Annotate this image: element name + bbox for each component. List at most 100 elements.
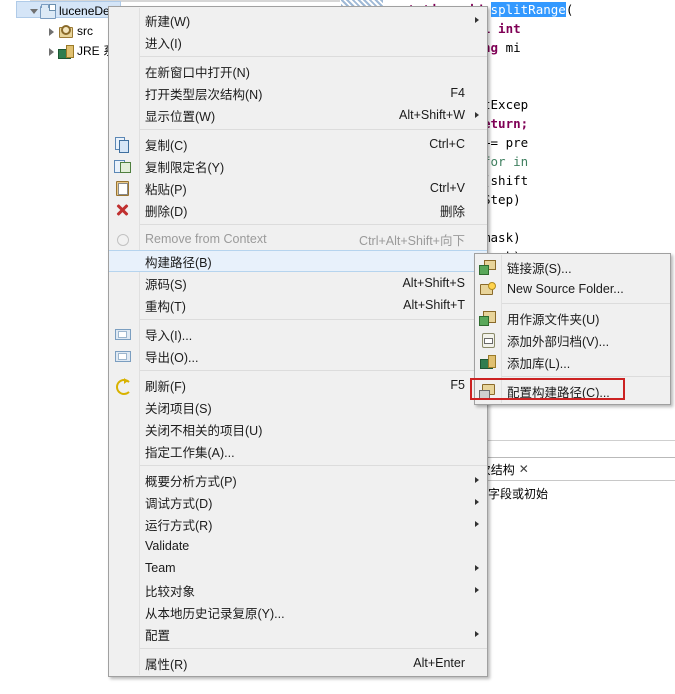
submenu-item-new-source-folder[interactable]: New Source Folder... bbox=[475, 278, 670, 300]
tree-item-src[interactable]: src bbox=[46, 22, 93, 40]
submenu-arrow-icon bbox=[475, 499, 479, 505]
menu-item-restore-from-local-history[interactable]: 从本地历史记录复原(Y)... bbox=[109, 601, 487, 623]
menu-item-label: 重构(T) bbox=[145, 299, 186, 314]
submenu-item-add-external-archives[interactable]: 添加外部归档(V)... bbox=[475, 329, 670, 351]
menu-item-label: 进入(I) bbox=[145, 36, 182, 51]
submenu-separator bbox=[502, 303, 670, 304]
menu-item-paste[interactable]: 粘贴(P) Ctrl+V bbox=[109, 177, 487, 199]
menu-item-properties[interactable]: 属性(R) Alt+Enter bbox=[109, 652, 487, 674]
menu-item-refresh[interactable]: 刷新(F) F5 bbox=[109, 374, 487, 396]
menu-item-import[interactable]: 导入(I)... bbox=[109, 323, 487, 345]
expand-arrow-icon[interactable] bbox=[46, 45, 58, 57]
project-context-menu[interactable]: 新建(W) 进入(I) 在新窗口中打开(N) 打开类型层次结构(N) F4 显示位置(W)… bbox=[108, 6, 488, 677]
menu-item-show-in[interactable]: 显示位置(W) Alt+Shift+W bbox=[109, 104, 487, 126]
menu-item-shortcut: Ctrl+V bbox=[429, 181, 465, 195]
paste-icon bbox=[114, 180, 131, 196]
menu-item-new[interactable]: 新建(W) bbox=[109, 9, 487, 31]
submenu-arrow-icon bbox=[475, 587, 479, 593]
menu-item-build-path[interactable]: 构建路径(B) bbox=[109, 250, 487, 272]
menu-item-open-in-new-window[interactable]: 在新窗口中打开(N) bbox=[109, 60, 487, 82]
menu-item-label: 运行方式(R) bbox=[145, 518, 213, 533]
menu-item-close-unrelated-projects[interactable]: 关闭不相关的项目(U) bbox=[109, 418, 487, 440]
menu-item-run-as[interactable]: 运行方式(R) bbox=[109, 513, 487, 535]
submenu-item-use-as-source-folder[interactable]: 用作源文件夹(U) bbox=[475, 307, 670, 329]
menu-item-label: 比较对象 bbox=[145, 584, 196, 599]
menu-item-label: Remove from Context bbox=[145, 232, 267, 246]
refresh-icon bbox=[114, 377, 132, 395]
menu-item-label: 从本地历史记录复原(Y)... bbox=[145, 606, 285, 621]
menu-item-configure[interactable]: 配置 bbox=[109, 623, 487, 645]
submenu-item-label: New Source Folder... bbox=[507, 282, 624, 296]
menu-item-label: 删除(D) bbox=[145, 204, 188, 219]
menu-item-shortcut: Ctrl+Alt+Shift+向下 bbox=[359, 233, 465, 248]
configure-build-path-icon bbox=[479, 383, 496, 400]
submenu-item-label: 配置构建路径(C)... bbox=[507, 385, 610, 400]
menu-item-shortcut: F5 bbox=[450, 378, 465, 392]
menu-item-team[interactable]: Team bbox=[109, 557, 487, 579]
copy-icon bbox=[114, 136, 131, 153]
menu-item-shortcut: Alt+Shift+S bbox=[402, 276, 465, 290]
jre-library-icon bbox=[58, 44, 74, 59]
submenu-item-label: 添加库(L)... bbox=[507, 356, 571, 371]
menu-separator bbox=[140, 224, 487, 225]
menu-item-go-into[interactable]: 进入(I) bbox=[109, 31, 487, 53]
menu-item-profile-as[interactable]: 概要分析方式(P) bbox=[109, 469, 487, 491]
import-icon bbox=[114, 326, 131, 342]
export-icon bbox=[114, 348, 131, 364]
menu-item-label: 关闭项目(S) bbox=[145, 401, 212, 416]
menu-separator bbox=[140, 129, 487, 130]
menu-item-close-project[interactable]: 关闭项目(S) bbox=[109, 396, 487, 418]
eclipse-workbench-screenshot: luceneDem src JRE 系 private static void … bbox=[0, 0, 675, 694]
menu-item-open-type-hierarchy[interactable]: 打开类型层次结构(N) F4 bbox=[109, 82, 487, 104]
source-folder-icon bbox=[58, 24, 74, 38]
code-token: mi bbox=[505, 40, 521, 55]
menu-item-copy-qualified-name[interactable]: 复制限定名(Y) bbox=[109, 155, 487, 177]
build-path-submenu[interactable]: 链接源(S)... New Source Folder... 用作源文件夹(U) 添加… bbox=[474, 253, 671, 405]
submenu-item-label: 添加外部归档(V)... bbox=[507, 334, 610, 349]
submenu-item-label: 用作源文件夹(U) bbox=[507, 312, 600, 327]
expand-arrow-icon[interactable] bbox=[46, 25, 58, 37]
new-source-folder-icon bbox=[479, 281, 496, 297]
tree-item-jre[interactable]: JRE 系 bbox=[46, 42, 115, 60]
menu-item-label: Team bbox=[145, 561, 176, 575]
menu-item-refactor[interactable]: 重构(T) Alt+Shift+T bbox=[109, 294, 487, 316]
menu-item-label: 指定工作集(A)... bbox=[145, 445, 235, 460]
submenu-item-link-source[interactable]: 链接源(S)... bbox=[475, 256, 670, 278]
close-icon[interactable]: ✕ bbox=[519, 462, 529, 476]
menu-separator bbox=[140, 465, 487, 466]
menu-item-shortcut: 删除 bbox=[439, 204, 465, 219]
menu-item-debug-as[interactable]: 调试方式(D) bbox=[109, 491, 487, 513]
menu-item-shortcut: Alt+Shift+W bbox=[399, 108, 465, 122]
tree-item-project[interactable]: luceneDem bbox=[28, 2, 120, 20]
submenu-item-add-libraries[interactable]: 添加库(L)... bbox=[475, 351, 670, 373]
add-library-icon bbox=[479, 354, 496, 370]
code-token: ( bbox=[565, 2, 574, 17]
submenu-arrow-icon bbox=[475, 112, 479, 118]
menu-separator bbox=[140, 319, 487, 320]
menu-item-label: 在新窗口中打开(N) bbox=[145, 65, 250, 80]
menu-item-label: 关闭不相关的项目(U) bbox=[145, 423, 263, 438]
menu-item-label: 显示位置(W) bbox=[145, 109, 216, 124]
menu-item-label: 导出(O)... bbox=[145, 350, 199, 365]
expand-arrow-icon[interactable] bbox=[28, 5, 40, 17]
menu-item-label: 概要分析方式(P) bbox=[145, 474, 237, 489]
menu-item-validate[interactable]: Validate bbox=[109, 535, 487, 557]
menu-item-copy[interactable]: 复制(C) Ctrl+C bbox=[109, 133, 487, 155]
submenu-arrow-icon bbox=[475, 521, 479, 527]
submenu-arrow-icon bbox=[475, 17, 479, 23]
menu-item-compare-with[interactable]: 比较对象 bbox=[109, 579, 487, 601]
menu-item-label: 配置 bbox=[145, 628, 171, 643]
menu-item-source[interactable]: 源码(S) Alt+Shift+S bbox=[109, 272, 487, 294]
folder-icon bbox=[40, 4, 56, 19]
menu-separator bbox=[140, 648, 487, 649]
code-token: splitRange bbox=[490, 2, 566, 17]
menu-item-label: 刷新(F) bbox=[145, 379, 186, 394]
menu-item-export[interactable]: 导出(O)... bbox=[109, 345, 487, 367]
menu-item-delete[interactable]: 删除(D) 删除 bbox=[109, 199, 487, 221]
menu-item-assign-working-sets[interactable]: 指定工作集(A)... bbox=[109, 440, 487, 462]
add-external-archive-icon bbox=[479, 332, 496, 348]
menu-separator bbox=[140, 370, 487, 371]
menu-item-shortcut: F4 bbox=[450, 86, 465, 100]
submenu-item-configure-build-path[interactable]: 配置构建路径(C)... bbox=[475, 380, 670, 402]
menu-item-shortcut: Ctrl+C bbox=[429, 137, 465, 151]
